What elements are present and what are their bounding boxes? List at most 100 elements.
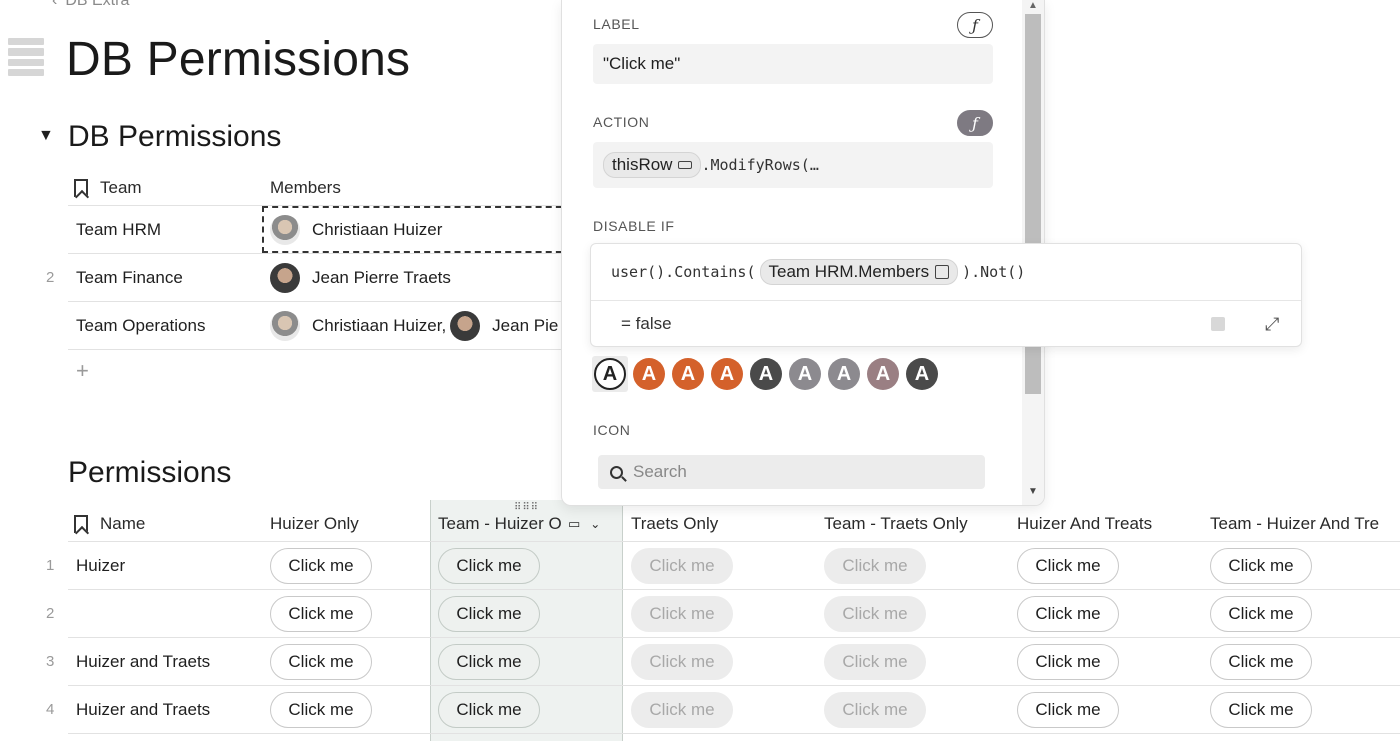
chevron-left-icon: ‹ — [52, 0, 58, 9]
name-cell[interactable] — [76, 590, 256, 637]
click-me-button[interactable]: Click me — [1017, 595, 1119, 632]
avatar — [270, 262, 300, 293]
table-row[interactable]: 1 Huizer Click me Click me Click me Clic… — [46, 542, 1400, 590]
style-swatch[interactable]: A — [633, 358, 665, 390]
section-title: Permissions — [68, 456, 232, 489]
style-swatch[interactable]: A — [789, 358, 821, 390]
column-team-traets-only[interactable]: Team - Traets Only — [824, 506, 1010, 541]
avatar — [270, 310, 300, 341]
team-cell[interactable]: Team HRM — [76, 206, 256, 253]
button-column-icon: ▭ — [568, 515, 581, 531]
formula-active-icon[interactable]: ƒ — [957, 110, 993, 136]
divider — [591, 300, 1301, 301]
click-me-button-disabled: Click me — [824, 643, 926, 680]
avatar — [450, 310, 481, 341]
column-team-huizer-and-treats[interactable]: Team - Huizer And Tre — [1210, 506, 1400, 541]
action-formula-field[interactable]: thisRow .ModifyRows(… — [593, 142, 993, 188]
name-cell[interactable]: Huizer and Traets — [76, 686, 256, 733]
click-me-button[interactable]: Click me — [270, 547, 372, 584]
icon-search-input[interactable]: Search — [598, 455, 985, 489]
style-swatch[interactable]: A — [594, 358, 626, 390]
click-me-button[interactable]: Click me — [270, 691, 372, 728]
click-me-button[interactable]: Click me — [270, 643, 372, 680]
name-cell[interactable]: Huizer — [76, 542, 256, 589]
column-team[interactable]: Team — [74, 170, 254, 205]
formula-editor[interactable]: user().Contains( Team HRM.Members ).Not(… — [590, 243, 1302, 347]
table-row[interactable]: 2 Team Finance Jean Pierre Traets — [46, 254, 608, 302]
click-me-button-disabled: Click me — [824, 547, 926, 584]
column-members[interactable]: Members — [270, 170, 470, 205]
table-row[interactable]: Team Operations Christiaan Huizer, Jean … — [68, 302, 608, 350]
icon-heading: ICON — [593, 422, 631, 438]
scroll-up-icon[interactable]: ▲ — [1028, 0, 1038, 11]
breadcrumb-parent[interactable]: DB Extra — [65, 0, 129, 10]
click-me-button[interactable]: Click me — [438, 595, 540, 632]
bookmark-icon — [74, 178, 88, 197]
table-row[interactable]: 2 Click me Click me Click me Click me Cl… — [46, 590, 1400, 638]
style-swatch[interactable]: A — [906, 358, 938, 390]
click-me-button[interactable]: Click me — [438, 643, 540, 680]
table-row[interactable]: Team HRM Christiaan Huizer — [68, 206, 608, 254]
team-cell[interactable]: Team Operations — [76, 302, 256, 349]
column-team-huizer-only[interactable]: Team - Huizer O ▭ ⌄ — [438, 506, 624, 541]
column-traets-only[interactable]: Traets Only — [631, 506, 817, 541]
click-me-button[interactable]: Click me — [1210, 643, 1312, 680]
checkbox-icon — [1211, 317, 1225, 331]
action-heading: ACTION — [593, 114, 650, 130]
click-me-button-disabled: Click me — [824, 691, 926, 728]
table-row[interactable]: 4 Huizer and Traets Click me Click me Cl… — [46, 686, 1400, 734]
avatar — [270, 214, 300, 245]
members-cell[interactable]: Christiaan Huizer — [270, 206, 570, 253]
breadcrumb[interactable]: ‹ DB Extra — [52, 0, 129, 10]
label-heading: LABEL — [593, 16, 640, 32]
column-huizer-and-treats[interactable]: Huizer And Treats — [1017, 506, 1203, 541]
style-swatch[interactable]: A — [750, 358, 782, 390]
click-me-button[interactable]: Click me — [1210, 691, 1312, 728]
click-me-button[interactable]: Click me — [1210, 595, 1312, 632]
click-me-button[interactable]: Click me — [438, 547, 540, 584]
table-row[interactable]: 3 Huizer and Traets Click me Click me Cl… — [46, 638, 1400, 686]
section-title: DB Permissions — [68, 120, 282, 153]
click-me-button-disabled: Click me — [631, 643, 733, 680]
click-me-button-disabled: Click me — [631, 691, 733, 728]
style-swatch[interactable]: A — [672, 358, 704, 390]
members-cell[interactable]: Christiaan Huizer, Jean Pie — [270, 302, 570, 349]
formula-result: = false — [621, 314, 672, 333]
team-members-chip[interactable]: Team HRM.Members — [759, 259, 959, 285]
expand-icon[interactable]: ⤢ — [1265, 314, 1279, 335]
click-me-button[interactable]: Click me — [1017, 691, 1119, 728]
chevron-down-icon[interactable]: ⌄ — [590, 517, 600, 531]
style-swatch-row: A A A A A A A A A — [594, 358, 938, 390]
click-me-button-disabled: Click me — [631, 547, 733, 584]
team-cell[interactable]: Team Finance — [76, 254, 256, 301]
formula-toggle-icon[interactable]: ƒ — [957, 12, 993, 38]
style-swatch[interactable]: A — [828, 358, 860, 390]
table-header: Team Members — [68, 170, 608, 206]
label-input[interactable]: "Click me" — [593, 44, 993, 84]
scroll-down-icon[interactable]: ▼ — [1028, 486, 1038, 497]
click-me-button[interactable]: Click me — [1017, 547, 1119, 584]
search-icon — [610, 465, 623, 479]
permissions-table: Name Huizer Only Team - Huizer O ▭ ⌄ Tra… — [46, 506, 1400, 741]
name-cell[interactable]: Huizer and Traets — [76, 638, 256, 685]
click-me-button[interactable]: Click me — [1017, 643, 1119, 680]
style-swatch[interactable]: A — [867, 358, 899, 390]
collapse-triangle-icon[interactable]: ▼ — [38, 127, 54, 145]
click-me-button-disabled: Click me — [631, 595, 733, 632]
row-icon — [678, 161, 693, 169]
column-huizer-only[interactable]: Huizer Only — [270, 506, 430, 541]
this-row-chip: thisRow — [603, 152, 702, 178]
column-name[interactable]: Name — [74, 506, 254, 541]
page-title: DB Permissions — [66, 33, 411, 86]
add-row-button[interactable]: + — [76, 358, 89, 384]
click-me-button[interactable]: Click me — [270, 595, 372, 632]
style-swatch[interactable]: A — [711, 358, 743, 390]
formula-line[interactable]: user().Contains( Team HRM.Members ).Not(… — [611, 259, 1025, 285]
click-me-button[interactable]: Click me — [1210, 547, 1312, 584]
click-me-button[interactable]: Click me — [438, 691, 540, 728]
person-column-icon — [935, 265, 950, 279]
members-cell[interactable]: Jean Pierre Traets — [270, 254, 570, 301]
click-me-button-disabled: Click me — [824, 595, 926, 632]
table-header: Name Huizer Only Team - Huizer O ▭ ⌄ Tra… — [68, 506, 1400, 542]
teams-table: Team Members Team HRM Christiaan Huizer … — [46, 170, 608, 350]
